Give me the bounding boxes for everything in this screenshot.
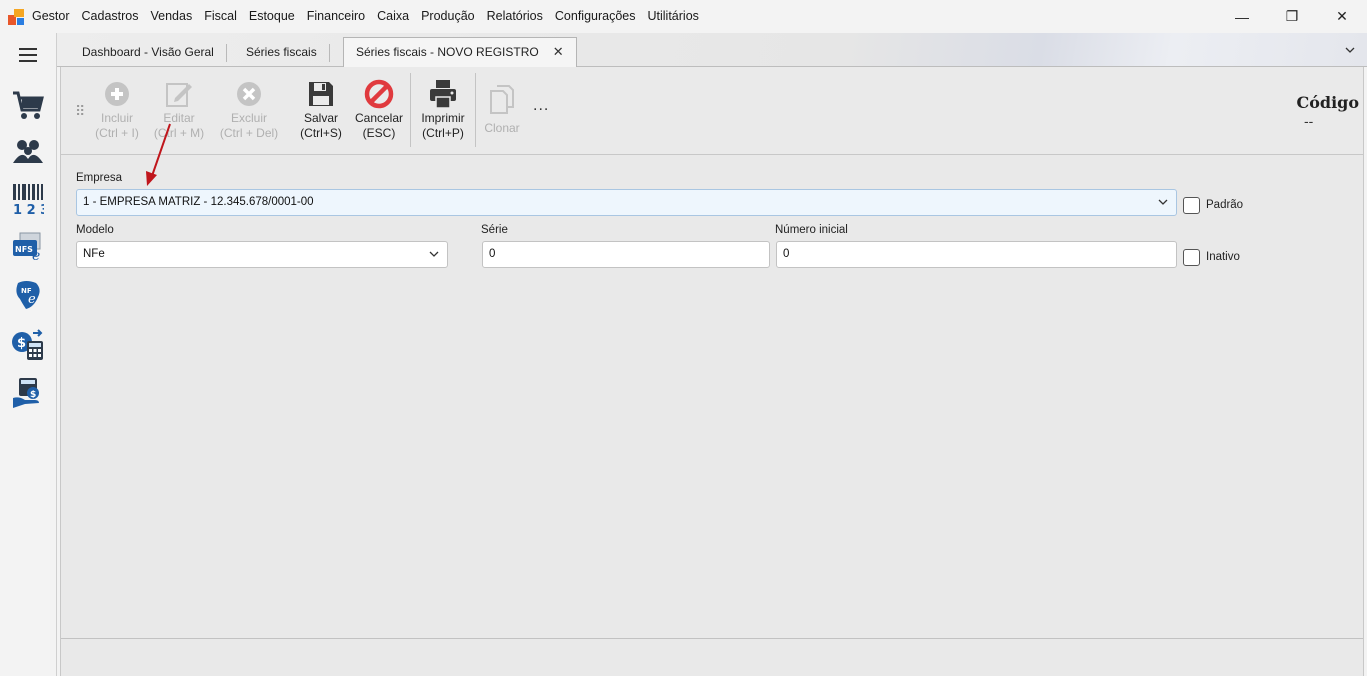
codigo-value: -- (1304, 113, 1314, 129)
menu-producao[interactable]: Produção (415, 0, 481, 33)
imprimir-shortcut: (Ctrl+P) (422, 126, 464, 140)
toolbar-grip-icon[interactable]: ⠿ (75, 103, 85, 120)
menu-caixa[interactable]: Caixa (371, 0, 415, 33)
salvar-shortcut: (Ctrl+S) (300, 126, 342, 140)
svg-text:$: $ (17, 336, 26, 351)
close-icon[interactable]: ✕ (553, 44, 564, 59)
menu-utilitarios[interactable]: Utilitários (642, 0, 705, 33)
menu-cadastros[interactable]: Cadastros (76, 0, 145, 33)
padrao-checkbox[interactable] (1183, 197, 1200, 214)
modelo-label: Modelo (76, 224, 114, 236)
toolbar: ⠿ Incluir (Ctrl + I) Editar (Ctrl + M) E… (61, 67, 1363, 155)
minimize-button[interactable]: — (1217, 0, 1267, 33)
cancel-icon (353, 77, 405, 111)
print-icon (415, 77, 471, 111)
menu-bar: Gestor Cadastros Vendas Fiscal Estoque F… (0, 0, 1367, 33)
empresa-select[interactable]: 1 - EMPRESA MATRIZ - 12.345.678/0001-00 (76, 189, 1177, 216)
cancelar-button[interactable]: Cancelar (ESC) (353, 77, 405, 141)
plus-circle-icon (91, 77, 143, 111)
cancelar-shortcut: (ESC) (362, 126, 396, 140)
clonar-label: Clonar (484, 121, 520, 135)
imprimir-label: Imprimir (421, 111, 465, 125)
cash-register-icon[interactable]: $ (8, 373, 48, 413)
excluir-shortcut: (Ctrl + Del) (219, 126, 279, 140)
menu-icon[interactable] (8, 35, 48, 75)
svg-text:e: e (32, 248, 40, 262)
chevron-down-icon[interactable] (1345, 42, 1355, 56)
tab-label: Séries fiscais - NOVO REGISTRO (356, 45, 539, 59)
sidebar: 1 2 3 NFSe NFe $ $ (0, 33, 57, 676)
app-logo-icon (8, 8, 24, 25)
save-icon (296, 77, 346, 111)
imprimir-button[interactable]: Imprimir (Ctrl+P) (415, 77, 471, 141)
clonar-button[interactable]: Clonar (479, 83, 525, 136)
chevron-down-icon (429, 242, 439, 267)
salvar-button[interactable]: Salvar (Ctrl+S) (296, 77, 346, 141)
inativo-checkbox[interactable] (1183, 249, 1200, 266)
excluir-button[interactable]: Excluir (Ctrl + Del) (217, 77, 281, 141)
footer-divider (61, 638, 1363, 639)
numero-inicial-label: Número inicial (775, 224, 848, 236)
window-controls: — ❐ ✕ (1217, 0, 1367, 33)
menu-configuracoes[interactable]: Configurações (549, 0, 642, 33)
menu-vendas[interactable]: Vendas (145, 0, 199, 33)
users-icon[interactable] (8, 131, 48, 171)
salvar-label: Salvar (303, 111, 338, 125)
modelo-select[interactable]: NFe (76, 241, 448, 268)
nfse-icon[interactable]: NFS e (8, 227, 48, 267)
tab-series-fiscais[interactable]: Séries fiscais (234, 44, 330, 62)
more-options-button[interactable]: ... (533, 97, 549, 115)
menu-relatorios[interactable]: Relatórios (481, 0, 549, 33)
cancelar-label: Cancelar (354, 111, 404, 125)
incluir-button[interactable]: Incluir (Ctrl + I) (91, 77, 143, 141)
money-calculator-icon[interactable]: $ (8, 325, 48, 365)
modelo-value: NFe (83, 248, 105, 260)
codigo-label: Código (1296, 93, 1359, 112)
svg-text:$: $ (30, 390, 36, 400)
barcode-icon[interactable]: 1 2 3 (8, 179, 48, 219)
excluir-label: Excluir (230, 111, 267, 125)
form-panel: ⠿ Incluir (Ctrl + I) Editar (Ctrl + M) E… (60, 67, 1364, 676)
numero-inicial-input[interactable]: 0 (776, 241, 1177, 268)
empresa-value: 1 - EMPRESA MATRIZ - 12.345.678/0001-00 (83, 196, 314, 208)
menu-financeiro[interactable]: Financeiro (301, 0, 371, 33)
cart-icon[interactable] (8, 85, 48, 125)
restore-button[interactable]: ❐ (1267, 0, 1317, 33)
x-circle-icon (217, 77, 281, 111)
editar-label: Editar (163, 111, 195, 125)
editar-shortcut: (Ctrl + M) (153, 126, 205, 140)
toolbar-separator (410, 73, 411, 147)
svg-text:NFS: NFS (15, 245, 33, 254)
svg-text:e: e (28, 292, 36, 307)
chevron-down-icon (1158, 190, 1168, 215)
padrao-label: Padrão (1206, 199, 1244, 211)
tab-strip: Dashboard - Visão Geral Séries fiscais S… (57, 33, 1367, 68)
close-window-button[interactable]: ✕ (1317, 0, 1367, 33)
menu-estoque[interactable]: Estoque (243, 0, 301, 33)
empresa-label: Empresa (76, 172, 123, 184)
svg-text:1 2 3: 1 2 3 (13, 203, 44, 215)
incluir-shortcut: (Ctrl + I) (95, 126, 139, 140)
clone-icon (479, 83, 525, 117)
editar-button[interactable]: Editar (Ctrl + M) (151, 77, 207, 141)
tab-dashboard[interactable]: Dashboard - Visão Geral (70, 44, 227, 62)
serie-input[interactable]: 0 (482, 241, 770, 268)
inativo-label: Inativo (1206, 251, 1240, 263)
edit-icon (151, 77, 207, 111)
incluir-label: Incluir (100, 111, 133, 125)
menu-fiscal[interactable]: Fiscal (198, 0, 243, 33)
menu-gestor[interactable]: Gestor (24, 0, 76, 33)
serie-label: Série (481, 224, 508, 236)
tab-series-fiscais-novo-registro[interactable]: Séries fiscais - NOVO REGISTRO ✕ (343, 37, 577, 68)
nfe-icon[interactable]: NF e (8, 275, 48, 315)
toolbar-separator (475, 73, 476, 147)
